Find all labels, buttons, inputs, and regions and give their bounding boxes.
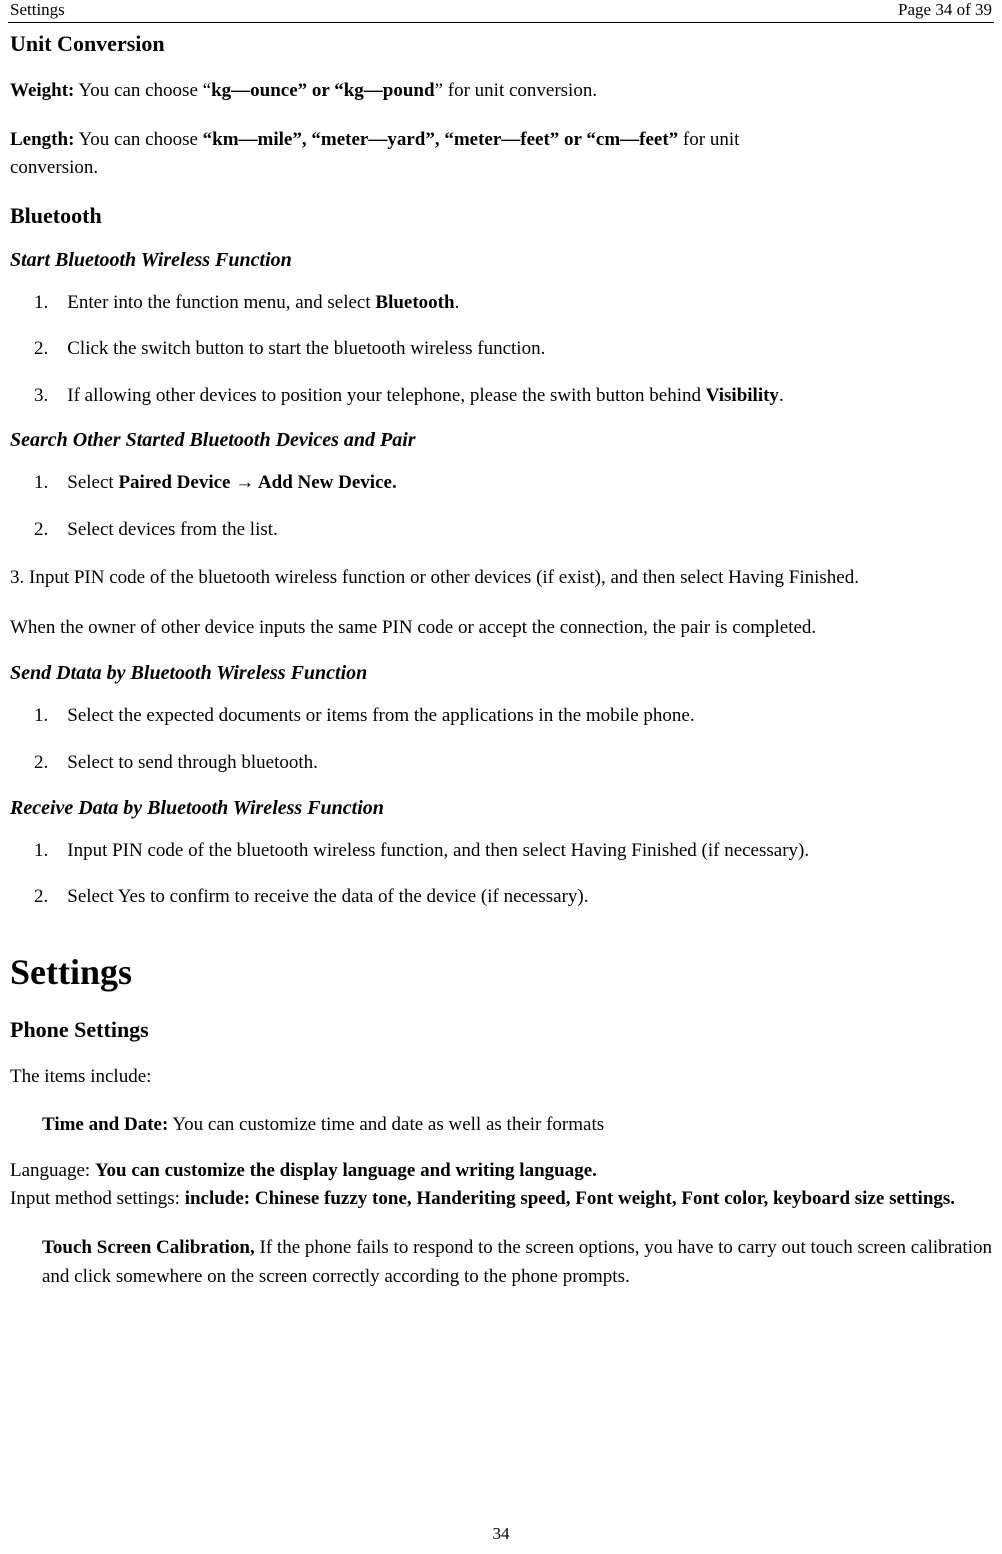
weight-para: Weight: You can choose “kg—ounce” or “kg… [10,77,992,106]
length-mid: You can choose [74,129,202,150]
length-post2: conversion. [10,157,98,178]
start-item-2: 2. Click the switch button to start the … [10,336,992,363]
receive1-text: Input PIN code of the bluetooth wireless… [67,840,809,861]
header-right: Page 34 of 39 [898,0,992,20]
search-item-3: 3. Input PIN code of the bluetooth wirel… [10,563,992,593]
start3-post: . [779,385,784,406]
send-item-2: 2. Select to send through bluetooth. [10,750,992,777]
unit-conversion-heading: Unit Conversion [10,31,992,57]
start1-post: . [455,292,460,313]
time-date-para: Time and Date: You can customize time an… [42,1111,992,1140]
receive2-text: Select Yes to confirm to receive the dat… [67,886,588,907]
start-item-1: 1. Enter into the function menu, and sel… [10,290,992,317]
receive-item-2: 2. Select Yes to confirm to receive the … [10,884,992,911]
send1-text: Select the expected documents or items f… [67,705,694,726]
page-header: Settings Page 34 of 39 [8,0,994,23]
touch-calibration-para: Touch Screen Calibration, If the phone f… [42,1234,992,1291]
send-heading: Send Dtata by Bluetooth Wireless Functio… [10,662,992,685]
send2-text: Select to send through bluetooth. [67,752,318,773]
weight-bold: kg—ounce” or “kg—pound [211,80,435,101]
num-s2: 2. [34,519,48,540]
page-content: Unit Conversion Weight: You can choose “… [8,23,994,1291]
search1-bold: Paired Device → Add New Device. [118,472,396,493]
num-3: 3. [34,385,48,406]
num-1: 1. [34,292,48,313]
lang-bold: You can customize the display language a… [95,1160,597,1181]
start2-text: Click the switch button to start the blu… [67,338,545,359]
send-item-1: 1. Select the expected documents or item… [10,703,992,730]
input-pre: Input method settings: [10,1188,185,1209]
num-sd2: 2. [34,752,48,773]
length-para: Length: You can choose “km—mile”, “meter… [10,126,992,183]
time-label: Time and Date: [42,1114,168,1135]
start1-bold: Bluetooth [375,292,454,313]
phone-settings-heading: Phone Settings [10,1017,992,1043]
search-item-1: 1. Select Paired Device → Add New Device… [10,470,992,497]
page-number: 34 [493,1524,510,1543]
search-note: When the owner of other device inputs th… [10,614,992,643]
input-bold: include: Chinese fuzzy tone, Handeriting… [185,1188,955,1209]
receive-heading: Receive Data by Bluetooth Wireless Funct… [10,797,992,820]
search1-pre: Select [67,472,118,493]
bluetooth-heading: Bluetooth [10,203,992,229]
receive-item-1: 1. Input PIN code of the bluetooth wirel… [10,838,992,865]
lang-pre: Language: [10,1160,95,1181]
search-heading: Search Other Started Bluetooth Devices a… [10,429,992,452]
search2-text: Select devices from the list. [67,519,278,540]
length-post1: for unit [678,129,739,150]
start-item-3: 3. If allowing other devices to position… [10,383,992,410]
num-2: 2. [34,338,48,359]
items-include: The items include: [10,1063,992,1092]
settings-heading: Settings [10,951,992,993]
start-bluetooth-heading: Start Bluetooth Wireless Function [10,249,992,272]
num-r2: 2. [34,886,48,907]
weight-post: ” for unit conversion. [435,80,598,101]
language-para: Language: You can customize the display … [10,1160,992,1182]
length-label: Length: [10,129,74,150]
num-r1: 1. [34,840,48,861]
num-s1: 1. [34,472,48,493]
input-method-para: Input method settings: include: Chinese … [10,1184,992,1214]
start3-pre: If allowing other devices to position yo… [67,385,705,406]
num-sd1: 1. [34,705,48,726]
start1-pre: Enter into the function menu, and select [67,292,375,313]
page-footer: 34 [0,1524,1002,1544]
time-text: You can customize time and date as well … [168,1114,604,1135]
search-item-2: 2. Select devices from the list. [10,517,992,544]
header-left: Settings [10,0,65,20]
length-bold: “km—mile”, “meter—yard”, “meter—feet” or… [203,129,679,150]
weight-pre: You can choose “ [74,80,211,101]
touch-label: Touch Screen Calibration, [42,1237,255,1258]
weight-label: Weight: [10,80,74,101]
start3-bold: Visibility [706,385,779,406]
